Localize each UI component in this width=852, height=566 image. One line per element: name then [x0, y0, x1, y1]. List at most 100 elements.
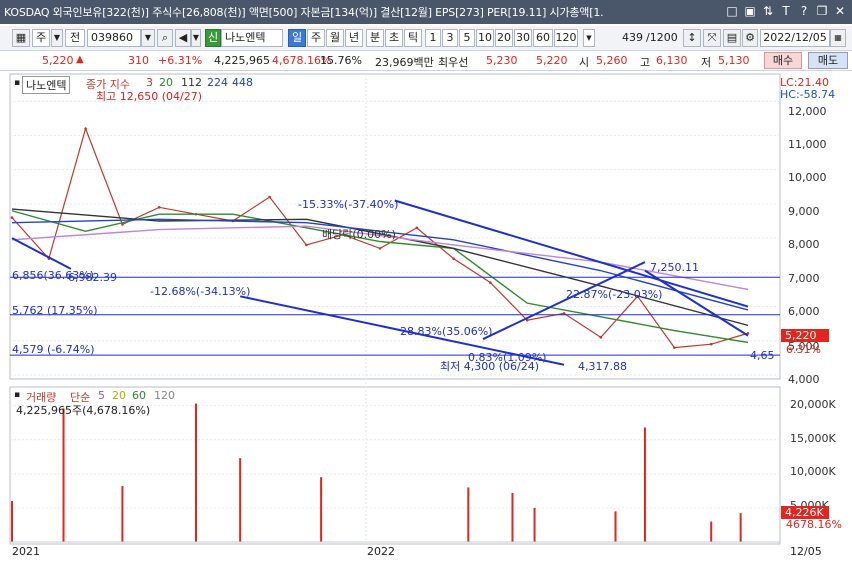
- code-dropdown-icon[interactable]: ▼: [141, 29, 155, 47]
- change-value: 310: [128, 54, 149, 67]
- buy-button[interactable]: 매수: [764, 52, 802, 69]
- interval-120[interactable]: 120: [554, 29, 578, 47]
- y-tick-9000: 9,000: [788, 205, 820, 218]
- legend-ma448: 448: [232, 76, 253, 89]
- volume-legend-5: 5: [98, 389, 105, 402]
- count-total: /1200: [646, 31, 678, 44]
- x-label-2021: 2021: [12, 545, 40, 558]
- series-point-종가-11: [415, 226, 419, 230]
- series-point-종가-13: [489, 281, 492, 284]
- legend-toggle-icon[interactable]: ▪: [14, 78, 20, 88]
- volume-bar-6: [467, 487, 470, 542]
- volume-value: 4,225,965: [214, 54, 270, 67]
- series-point-종가-16: [599, 336, 603, 339]
- annotation-dividend: 배당락(0.00%): [322, 228, 396, 241]
- help-icon[interactable]: ?: [796, 3, 812, 19]
- stock-name: 나노엔텍: [221, 29, 283, 47]
- interval-60[interactable]: 60: [533, 29, 553, 47]
- high-price: 6,130: [656, 54, 688, 67]
- volume-bar-9: [614, 511, 617, 542]
- last-change-label: 6.31%: [786, 343, 821, 356]
- sell-button[interactable]: 매도: [808, 52, 848, 69]
- volume-bar-12: [739, 513, 742, 542]
- volume-legend-icon[interactable]: ▪: [14, 390, 20, 400]
- period-minute[interactable]: 분: [366, 29, 384, 47]
- period-day[interactable]: 일: [288, 29, 306, 47]
- market-select[interactable]: 주: [32, 29, 50, 47]
- interval-20[interactable]: 20: [495, 29, 513, 47]
- vol-tick-20000k: 20,000K: [790, 398, 836, 411]
- layout-icon[interactable]: ▣: [742, 3, 758, 19]
- y-tick-6000: 6,000: [788, 305, 820, 318]
- window-icon[interactable]: □: [724, 3, 740, 19]
- market-dropdown-icon[interactable]: ▼: [51, 29, 63, 47]
- annotation-uptrend: 28.83%(35.06%): [400, 325, 493, 338]
- change-percent: +6.31%: [158, 54, 203, 67]
- vol-tick-15000k: 15,000K: [790, 432, 836, 445]
- y-tick-10000: 10,000: [788, 171, 827, 184]
- close-icon[interactable]: ✕: [832, 3, 848, 19]
- period-tick[interactable]: 틱: [404, 29, 422, 47]
- series-point-종가-4: [157, 206, 161, 209]
- preferred-label: 최우선: [438, 56, 469, 69]
- volume-value-label: 4,225,965주(4,678.16%): [16, 404, 151, 417]
- text-icon[interactable]: T: [778, 3, 794, 19]
- count-value[interactable]: 439: [622, 31, 643, 44]
- prev-button[interactable]: 전: [65, 29, 85, 47]
- x-label-2022: 2022: [367, 545, 395, 558]
- annotation-retrace: 22.87%(-23.03%): [566, 288, 663, 301]
- restore-icon[interactable]: ❐: [814, 3, 830, 19]
- series-point-종가-7: [268, 195, 271, 199]
- series-point-종가-12: [452, 257, 455, 260]
- annotation-level-5762: 5,762 (17.35%): [12, 304, 98, 317]
- volume-legend-120: 120: [154, 389, 175, 402]
- volume-bar-2: [121, 486, 124, 542]
- interval-1[interactable]: 1: [425, 29, 441, 47]
- volume-legend-60: 60: [132, 389, 146, 402]
- gear-icon[interactable]: ⚙: [742, 29, 758, 47]
- period-week[interactable]: 주: [307, 29, 325, 47]
- annotation-peak: 7,250.11: [650, 261, 699, 274]
- interval-3[interactable]: 3: [442, 29, 458, 47]
- speaker-icon[interactable]: ◀: [175, 29, 191, 47]
- chart-svg[interactable]: [0, 72, 852, 566]
- window-title: KOSDAQ 외국인보유[322(천)] 주식수[26,808(천)] 액면[5…: [4, 6, 604, 19]
- up-arrow-icon: ▲: [76, 54, 84, 65]
- chart-area[interactable]: 나노엔텍 ▪ 종가 지수 3 20 112 224 448 LC:21.40 H…: [0, 72, 852, 566]
- period-second[interactable]: 초: [385, 29, 403, 47]
- sort-icon[interactable]: ⇅: [760, 3, 776, 19]
- interval-10[interactable]: 10: [476, 29, 494, 47]
- scroll-icon[interactable]: ↕: [683, 29, 701, 47]
- stock-code-input[interactable]: 039860: [87, 29, 141, 47]
- volume-bar-5: [320, 477, 323, 542]
- save-icon[interactable]: ▤: [723, 29, 741, 47]
- interval-30[interactable]: 30: [514, 29, 532, 47]
- annotation-lower-channel: -12.68%(-34.13%): [150, 285, 251, 298]
- annotation-high: 최고 12,650 (04/27): [96, 90, 203, 103]
- series-point-종가-8: [305, 243, 308, 247]
- period-year[interactable]: 년: [345, 29, 363, 47]
- date-input[interactable]: 2022/12/05: [760, 29, 830, 47]
- search-icon[interactable]: ⌕: [157, 29, 173, 47]
- volume-bar-0: [11, 501, 13, 542]
- last-price-badge: 5,220: [781, 329, 829, 342]
- annotation-down-channel: -15.33%(-37.40%): [298, 198, 399, 211]
- high-label: 고: [640, 56, 651, 69]
- scale-icon[interactable]: ⤧: [703, 29, 721, 47]
- series-point-종가-19: [709, 342, 713, 346]
- annotation-small: 0.83%(1.09%): [468, 351, 547, 364]
- x-label-end: 12/05: [790, 545, 822, 558]
- low-label: 저: [701, 56, 712, 69]
- speaker-dropdown-icon[interactable]: ▼: [191, 29, 201, 47]
- quote-strip: 5,220 ▲ 310 +6.31% 4,225,965 4,678.16% 1…: [0, 51, 852, 71]
- annotation-channel-end: 4,65: [750, 349, 775, 362]
- period-month[interactable]: 월: [326, 29, 344, 47]
- series-point-종가-0: [10, 216, 14, 219]
- grid-icon[interactable]: ▦: [12, 29, 30, 47]
- toolbar: ▦ 주 ▼ 전 039860 ▼ ⌕ ◀ ▼ 신 나노엔텍 일 주 월 년 분 …: [0, 26, 852, 51]
- calendar-dropdown-icon[interactable]: ▦: [830, 29, 846, 47]
- volume-bar-8: [533, 507, 536, 542]
- interval-5[interactable]: 5: [459, 29, 475, 47]
- interval-dropdown-icon[interactable]: ▼: [583, 29, 595, 47]
- y-tick-11000: 11,000: [788, 138, 827, 151]
